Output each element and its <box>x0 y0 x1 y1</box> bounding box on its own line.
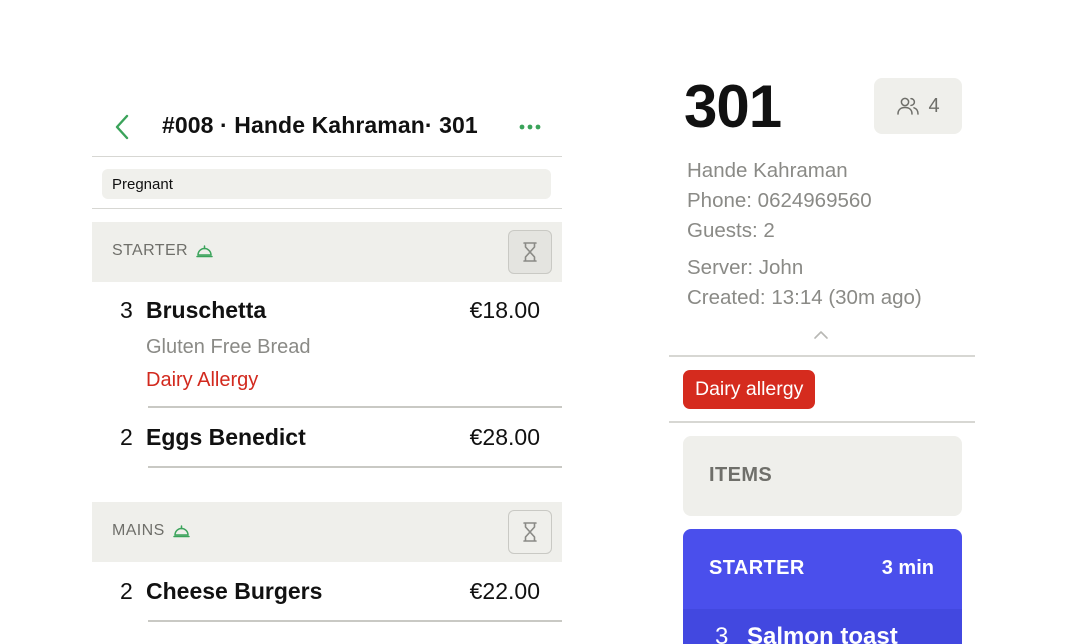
more-options-button[interactable] <box>518 114 542 138</box>
item-quantity: 2 <box>120 578 133 604</box>
item-modifier: Gluten Free Bread <box>146 336 311 358</box>
order-header: #008 · Hande Kahraman· 301 <box>92 100 562 156</box>
item-allergy: Dairy Allergy <box>146 369 259 391</box>
customer-name: Hande Kahraman <box>687 159 848 182</box>
course-header-starter[interactable]: STARTER <box>92 222 562 282</box>
cloche-icon <box>196 245 213 258</box>
course-name: MAINS <box>112 522 165 539</box>
item-price: €22.00 <box>469 578 540 604</box>
divider <box>92 208 562 209</box>
chevron-up-icon[interactable] <box>813 330 829 340</box>
customer-phone: Phone: 0624969560 <box>687 189 872 212</box>
cloche-icon <box>172 525 190 538</box>
item-quantity: 3 <box>715 623 729 644</box>
guest-total: Guests: 2 <box>687 219 775 242</box>
course-name: STARTER <box>112 242 188 259</box>
course-card-label: STARTER <box>709 557 805 579</box>
table-number: 301 <box>684 73 782 140</box>
items-section-header[interactable]: ITEMS <box>683 436 962 516</box>
fire-course-button[interactable] <box>508 230 552 274</box>
course-card-item[interactable]: 3 Salmon toast <box>683 609 962 644</box>
item-divider <box>148 620 562 622</box>
chevron-left-icon <box>115 114 129 140</box>
order-detail-panel: #008 · Hande Kahraman· 301 Pregnant STAR… <box>92 0 562 644</box>
course-card-starter[interactable]: STARTER 3 min 3 Salmon toast <box>683 529 962 644</box>
item-divider <box>148 406 562 408</box>
guest-count-badge[interactable]: 4 <box>874 78 962 134</box>
course-label: STARTER <box>112 242 213 260</box>
item-name: Eggs Benedict <box>146 424 306 450</box>
more-horizontal-icon <box>519 124 541 130</box>
order-note: Pregnant <box>102 169 551 199</box>
order-item[interactable]: 3 Bruschetta €18.00 Gluten Free Bread Da… <box>92 297 562 397</box>
divider <box>92 156 562 157</box>
item-price: €28.00 <box>469 424 540 450</box>
order-item[interactable]: 2 Eggs Benedict €28.00 <box>92 424 562 456</box>
created-time: Created: 13:14 (30m ago) <box>687 286 922 309</box>
table-summary-panel: 301 4 Hande Kahraman Phone: 0624969560 G… <box>669 0 975 644</box>
item-name: Salmon toast <box>747 623 898 644</box>
divider <box>669 355 975 357</box>
fire-course-button[interactable] <box>508 510 552 554</box>
item-quantity: 2 <box>120 424 133 450</box>
guest-count: 4 <box>928 94 940 117</box>
allergy-tag: Dairy allergy <box>683 370 816 409</box>
back-button[interactable] <box>112 112 134 142</box>
course-header-mains[interactable]: MAINS <box>92 502 562 562</box>
order-title: #008 · Hande Kahraman· 301 <box>162 112 478 138</box>
course-label: MAINS <box>112 522 190 540</box>
order-item[interactable]: 2 Cheese Burgers €22.00 <box>92 578 562 610</box>
course-card-timer: 3 min <box>881 557 934 579</box>
users-icon <box>897 97 920 115</box>
item-name: Cheese Burgers <box>146 578 323 604</box>
server-name: Server: John <box>687 256 804 279</box>
item-divider <box>148 466 562 468</box>
item-quantity: 3 <box>120 297 133 323</box>
divider <box>669 421 975 423</box>
hourglass-icon <box>523 522 537 542</box>
item-name: Bruschetta <box>146 297 267 323</box>
hourglass-icon <box>523 242 537 262</box>
item-price: €18.00 <box>469 297 540 323</box>
